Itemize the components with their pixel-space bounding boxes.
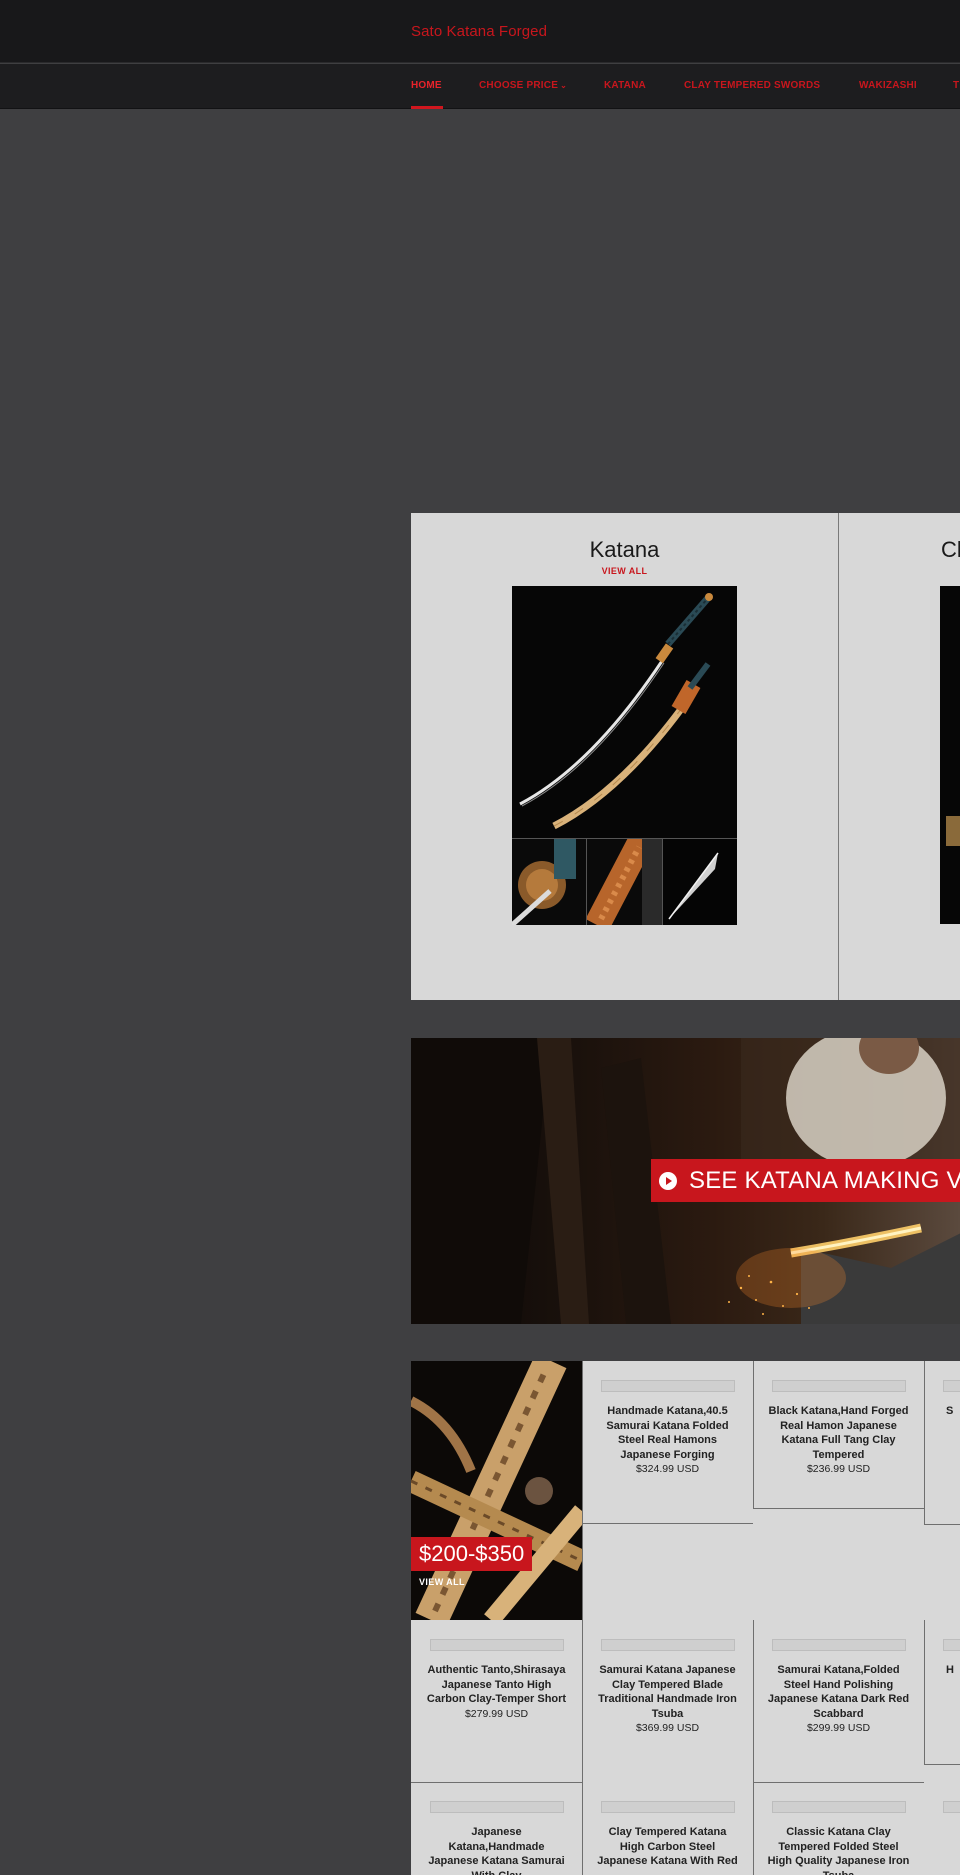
nav-item-wakizashi[interactable]: WAKIZASHI xyxy=(859,80,917,91)
grid-line xyxy=(924,1524,960,1525)
product-title: Handmade Katana,40.5 Samurai Katana Fold… xyxy=(606,1405,729,1461)
grid-line xyxy=(924,1361,925,1524)
product-card[interactable]: Authentic Tanto,Shirasaya Japanese Tanto… xyxy=(411,1620,582,1720)
collection-title-katana: Katana xyxy=(589,537,660,562)
product-price: $236.99 USD xyxy=(806,1463,871,1475)
product-card[interactable]: Handmade Katana,40.5 Samurai Katana Fold… xyxy=(582,1361,753,1475)
katana-main-image[interactable] xyxy=(512,586,737,838)
collection-view-all-link[interactable]: VIEW ALL xyxy=(411,566,838,576)
grid-line xyxy=(582,1361,583,1875)
product-title: Black Katana,Hand Forged Real Hamon Japa… xyxy=(768,1405,909,1461)
katana-making-video-banner[interactable]: SEE KATANA MAKING V xyxy=(411,1038,960,1324)
product-card-truncated[interactable]: H xyxy=(924,1620,960,1678)
product-price: $299.99 USD xyxy=(806,1722,871,1734)
product-card[interactable]: Japanese Katana,Handmade Japanese Katana… xyxy=(411,1782,582,1875)
promo-view-all-link[interactable]: VIEW ALL xyxy=(419,1577,465,1587)
product-image-placeholder xyxy=(942,1380,960,1392)
product-image-placeholder xyxy=(942,1801,960,1813)
product-image-placeholder xyxy=(429,1801,564,1813)
collection-title-truncated: Cl xyxy=(941,537,960,562)
product-card[interactable]: Samurai Katana,Folded Steel Hand Polishi… xyxy=(753,1620,924,1734)
nav-item-choose-price[interactable]: CHOOSE PRICE ⌄ xyxy=(479,80,567,91)
price-range-promo[interactable]: $200-$350 VIEW ALL xyxy=(411,1361,582,1620)
product-title: Samurai Katana Japanese Clay Tempered Bl… xyxy=(598,1664,737,1720)
product-image-placeholder xyxy=(771,1380,906,1392)
grid-line xyxy=(753,1508,924,1509)
grid-line xyxy=(924,1620,925,1764)
see-katana-making-video-button[interactable]: SEE KATANA MAKING V xyxy=(651,1159,960,1202)
chevron-down-icon: ⌄ xyxy=(560,81,567,90)
product-title: S xyxy=(946,1405,954,1417)
product-grid: $200-$350 VIEW ALL Handmade Katana,40.5 … xyxy=(411,1361,960,1875)
brand-logo-link[interactable]: Sato Katana Forged xyxy=(411,23,547,40)
product-image-placeholder xyxy=(771,1639,906,1651)
product-title: Samurai Katana,Folded Steel Hand Polishi… xyxy=(767,1664,910,1720)
collection-section: Katana VIEW ALL Cl xyxy=(411,513,960,1000)
product-price: $279.99 USD xyxy=(464,1707,529,1720)
grid-line xyxy=(753,1361,754,1508)
product-title: Classic Katana Clay Tempered Folded Stee… xyxy=(767,1826,910,1875)
main-nav: HOME CHOOSE PRICE ⌄ KATANA CLAY TEMPERED … xyxy=(0,64,960,109)
collection-image-truncated[interactable] xyxy=(940,586,960,924)
nav-item-truncated[interactable]: T xyxy=(953,80,959,91)
grid-line xyxy=(753,1620,754,1875)
thumbnail-blade-tip[interactable] xyxy=(662,839,737,925)
product-card-truncated[interactable]: S xyxy=(924,1361,960,1419)
product-image-placeholder xyxy=(600,1380,735,1392)
play-icon xyxy=(659,1171,677,1190)
grid-line xyxy=(753,1782,924,1783)
product-card[interactable]: Classic Katana Clay Tempered Folded Stee… xyxy=(753,1782,924,1875)
top-header: Sato Katana Forged xyxy=(0,0,960,63)
product-card[interactable]: Samurai Katana Japanese Clay Tempered Bl… xyxy=(582,1620,753,1734)
product-title: H xyxy=(946,1664,954,1676)
product-title: Authentic Tanto,Shirasaya Japanese Tanto… xyxy=(426,1664,567,1705)
collection-divider xyxy=(838,513,839,1000)
nav-item-clay-tempered-swords[interactable]: CLAY TEMPERED SWORDS xyxy=(684,80,820,91)
product-title: Japanese Katana,Handmade Japanese Katana… xyxy=(428,1826,565,1875)
product-price: $369.99 USD xyxy=(635,1722,700,1734)
grid-line xyxy=(582,1523,753,1524)
product-image-placeholder xyxy=(942,1639,960,1651)
thumbnail-tsuba[interactable] xyxy=(512,839,588,925)
katana-thumbnail-strip xyxy=(512,838,737,925)
product-card[interactable]: Black Katana,Hand Forged Real Hamon Japa… xyxy=(753,1361,924,1475)
product-card-truncated[interactable] xyxy=(924,1782,960,1813)
product-title: Clay Tempered Katana High Carbon Steel J… xyxy=(597,1826,738,1867)
grid-line xyxy=(924,1764,960,1765)
thumbnail-saya-detail[interactable] xyxy=(587,839,663,925)
promo-price-range: $200-$350 xyxy=(411,1537,533,1571)
grid-line xyxy=(411,1782,582,1783)
nav-active-indicator xyxy=(411,106,443,109)
product-image-placeholder xyxy=(600,1801,735,1813)
katana-sword-illustration xyxy=(512,586,737,838)
video-button-label: SEE KATANA MAKING V xyxy=(689,1166,960,1194)
product-image-placeholder xyxy=(600,1639,735,1651)
product-card[interactable]: Clay Tempered Katana High Carbon Steel J… xyxy=(582,1782,753,1869)
product-image-placeholder xyxy=(429,1639,564,1651)
nav-item-katana[interactable]: KATANA xyxy=(604,80,646,91)
nav-item-label: CHOOSE PRICE xyxy=(479,80,559,91)
product-image-placeholder xyxy=(771,1801,906,1813)
nav-item-home[interactable]: HOME xyxy=(411,80,442,91)
product-price: $324.99 USD xyxy=(635,1463,700,1475)
